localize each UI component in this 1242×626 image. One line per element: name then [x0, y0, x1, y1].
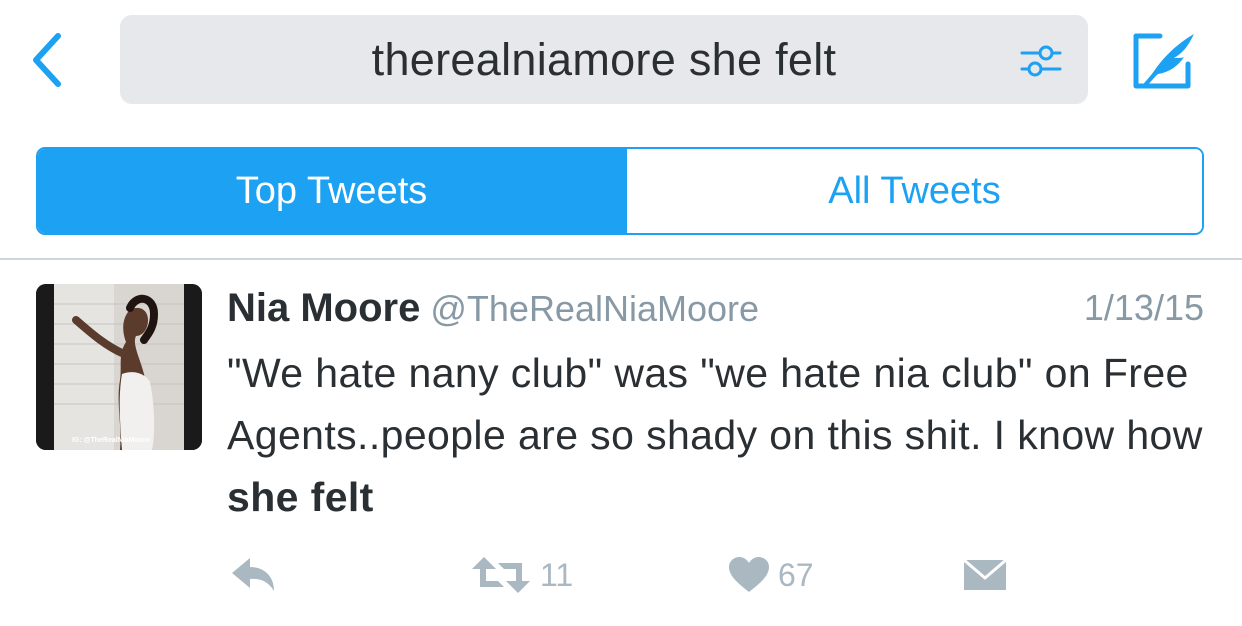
- tab-all-tweets[interactable]: All Tweets: [625, 149, 1202, 233]
- direct-message-button[interactable]: [962, 552, 1008, 598]
- tweet-text-plain: "We hate nany club" was "we hate nia clu…: [227, 350, 1203, 458]
- like-count: 67: [778, 556, 814, 593]
- reply-icon: [232, 558, 274, 591]
- reply-button[interactable]: [230, 552, 278, 598]
- search-query[interactable]: therealniamore she felt: [120, 15, 1088, 104]
- chevron-left-icon: [33, 33, 61, 87]
- search-filter-button[interactable]: [1020, 41, 1062, 81]
- compose-tweet-button[interactable]: [1130, 30, 1198, 92]
- tweet-header: Nia Moore @TheRealNiaMoore: [227, 282, 759, 334]
- avatar-caption: IG: @TheRealNiaMoore: [72, 437, 150, 444]
- tweet-text-highlight: she felt: [227, 474, 374, 520]
- retweet-button[interactable]: 11: [470, 552, 573, 598]
- tab-top-tweets[interactable]: Top Tweets: [38, 149, 625, 233]
- back-button[interactable]: [28, 30, 68, 90]
- search-bar[interactable]: therealniamore she felt: [120, 15, 1088, 104]
- envelope-icon: [963, 558, 1007, 590]
- heart-icon: [729, 557, 769, 592]
- like-button[interactable]: 67: [728, 552, 814, 598]
- retweet-icon: [472, 557, 530, 593]
- author-name[interactable]: Nia Moore: [227, 286, 420, 330]
- divider: [0, 258, 1242, 260]
- tweet-text: "We hate nany club" was "we hate nia clu…: [227, 342, 1207, 528]
- avatar[interactable]: IG: @TheRealNiaMoore: [36, 284, 202, 450]
- profile-photo: [36, 284, 202, 450]
- filter-sliders-icon: [1020, 45, 1062, 77]
- tweet-date: 1/13/15: [1083, 287, 1204, 328]
- retweet-count: 11: [540, 556, 574, 593]
- tweet-filter-tabs: Top Tweets All Tweets: [36, 147, 1204, 235]
- author-handle[interactable]: @TheRealNiaMoore: [430, 288, 759, 329]
- tweet-actions: 11 67: [0, 552, 1242, 598]
- compose-tweet-icon: [1133, 33, 1194, 89]
